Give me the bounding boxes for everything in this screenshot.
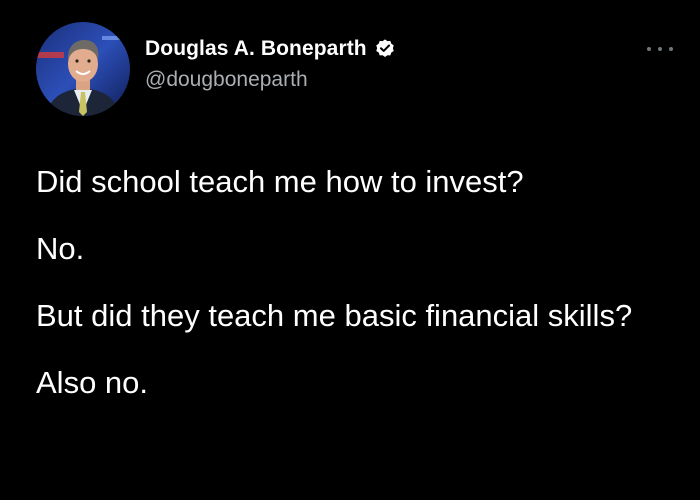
verified-badge-icon: [376, 39, 394, 57]
author-display-name[interactable]: Douglas A. Boneparth: [145, 37, 367, 61]
more-dot: [658, 47, 662, 51]
more-dot: [647, 47, 651, 51]
tweet-paragraph: No.: [36, 231, 85, 266]
tweet-paragraph: Also no.: [36, 365, 149, 400]
tweet-paragraph: Did school teach me how to invest?: [36, 164, 524, 199]
name-row: Douglas A. Boneparth: [145, 34, 396, 64]
tweet-paragraph: But did they teach me basic financial sk…: [36, 298, 633, 333]
author-info[interactable]: Douglas A. Boneparth @dougboneparth: [145, 34, 396, 92]
tweet-card: Douglas A. Boneparth @dougboneparth Did …: [0, 0, 700, 500]
author-avatar[interactable]: [36, 22, 130, 116]
tweet-text: Did school teach me how to invest? No. B…: [36, 160, 666, 428]
author-handle[interactable]: @dougboneparth: [145, 68, 396, 92]
profile-photo-icon: [36, 22, 130, 116]
more-dot: [669, 47, 673, 51]
more-options-icon[interactable]: [647, 42, 673, 56]
